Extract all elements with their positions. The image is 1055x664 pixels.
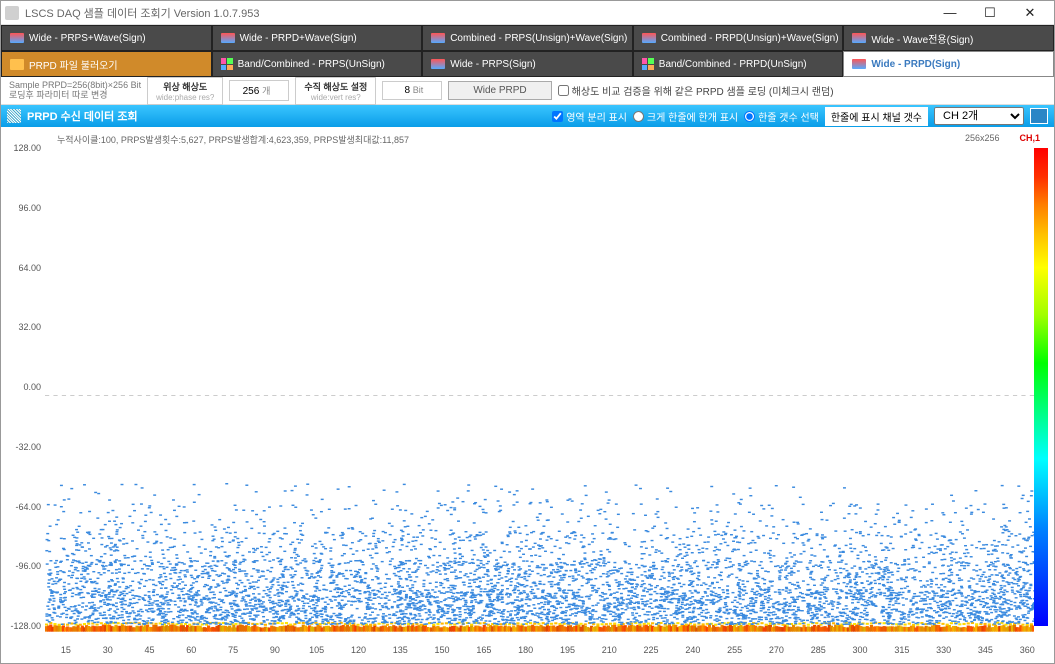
tab-label: Band/Combined - PRPS(UnSign) (238, 59, 385, 70)
tab-wide-prps-sign-[interactable]: Wide - PRPS(Sign) (422, 51, 633, 77)
x-tick: 255 (714, 645, 756, 655)
tab-combined-prps-unsign-wave-sign-[interactable]: Combined - PRPS(Unsign)+Wave(Sign) (422, 25, 633, 51)
tabs-row-1: Wide - PRPS+Wave(Sign) Wide - PRPD+Wave(S… (1, 25, 1054, 51)
x-tick: 105 (296, 645, 338, 655)
tab-prpd-[interactable]: PRPD 파일 불러오기 (1, 51, 212, 77)
chart-icon (431, 33, 445, 43)
phase-res-value[interactable]: 256 개 (229, 80, 289, 101)
chart-icon (642, 33, 656, 43)
tab-label: Wide - Wave전용(Sign) (871, 31, 973, 46)
chart-resolution: 256x256 (965, 133, 1020, 146)
sample-info: Sample PRPD=256(8bit)×256 Bit 로딩후 파라미터 따… (9, 81, 141, 101)
panel-title: PRPD 수신 데이터 조회 (27, 108, 138, 124)
tab-combined-prpd-unsign-wave-sign-[interactable]: Combined - PRPD(Unsign)+Wave(Sign) (633, 25, 844, 51)
wide-prpd-button[interactable]: Wide PRPD (448, 81, 551, 100)
tab-label: Wide - PRPD(Sign) (871, 59, 960, 70)
tab-label: Combined - PRPS(Unsign)+Wave(Sign) (450, 33, 627, 44)
channels-per-row-label: 한줄에 표시 채널 갯수 (825, 107, 928, 126)
y-axis: 128.0096.0064.0032.000.00-32.00-64.00-96… (7, 148, 45, 643)
y-tick: -32.00 (15, 442, 41, 452)
x-tick: 315 (881, 645, 923, 655)
chart-icon (852, 33, 866, 43)
tab-wide-prpd-sign-[interactable]: Wide - PRPD(Sign) (843, 51, 1054, 77)
grid-icon (221, 58, 233, 70)
y-tick: 96.00 (18, 203, 41, 213)
x-tick: 360 (1006, 645, 1048, 655)
x-tick: 225 (630, 645, 672, 655)
compare-checkbox-input[interactable] (558, 85, 569, 96)
one-per-row-radio[interactable]: 크게 한줄에 한개 표시 (633, 109, 738, 124)
y-tick: 64.00 (18, 263, 41, 273)
compare-checkbox[interactable]: 해상도 비교 검증을 위해 같은 PRPD 샘플 로딩 (미체크시 랜덤) (558, 83, 834, 98)
x-tick: 270 (756, 645, 798, 655)
x-tick: 285 (797, 645, 839, 655)
chart-icon (431, 59, 445, 69)
phase-res-label: 위상 해상도 wide:phase res? (147, 77, 223, 105)
x-tick: 210 (588, 645, 630, 655)
folder-icon (10, 59, 24, 70)
chart-meta-row: 누적사이클:100, PRPS발생횟수:5,627, PRPS발생합계:4,62… (7, 131, 1048, 148)
chart-icon (221, 33, 235, 43)
maximize-button[interactable]: ☐ (970, 2, 1010, 24)
close-button[interactable]: ✕ (1010, 2, 1050, 24)
panel-header: PRPD 수신 데이터 조회 영역 분리 표시 크게 한줄에 한개 표시 한줄 … (1, 105, 1054, 127)
tab-label: Wide - PRPS+Wave(Sign) (29, 33, 146, 44)
tab-label: Wide - PRPS(Sign) (450, 59, 536, 70)
x-axis: 1530456075901051201351501651801952102252… (7, 643, 1048, 655)
y-tick: 32.00 (18, 322, 41, 332)
panel-header-icon (7, 109, 21, 123)
panel-extra-button[interactable] (1030, 108, 1048, 124)
scatter-plot[interactable] (45, 148, 1034, 643)
x-tick: 195 (547, 645, 589, 655)
x-tick: 330 (923, 645, 965, 655)
tab-band-combined-prps-unsign-[interactable]: Band/Combined - PRPS(UnSign) (212, 51, 423, 77)
x-tick: 120 (338, 645, 380, 655)
y-tick: 128.00 (13, 143, 41, 153)
minimize-button[interactable]: — (930, 2, 970, 24)
parameter-bar: Sample PRPD=256(8bit)×256 Bit 로딩후 파라미터 따… (1, 77, 1054, 105)
colorbar (1034, 148, 1048, 626)
tab-wide-wave-sign-[interactable]: Wide - Wave전용(Sign) (843, 25, 1054, 51)
tab-wide-prpd-wave-sign-[interactable]: Wide - PRPD+Wave(Sign) (212, 25, 423, 51)
app-icon (5, 6, 19, 20)
tab-label: Band/Combined - PRPD(UnSign) (659, 59, 807, 70)
tabs-row-2: PRPD 파일 불러오기 Band/Combined - PRPS(UnSign)… (1, 51, 1054, 77)
x-tick: 345 (965, 645, 1007, 655)
y-tick: -128.00 (10, 621, 41, 631)
tab-label: Combined - PRPD(Unsign)+Wave(Sign) (661, 33, 839, 44)
tab-label: Wide - PRPD+Wave(Sign) (240, 33, 357, 44)
x-tick: 150 (421, 645, 463, 655)
x-tick: 90 (254, 645, 296, 655)
x-tick: 240 (672, 645, 714, 655)
x-tick: 300 (839, 645, 881, 655)
x-tick: 135 (379, 645, 421, 655)
grid-icon (642, 58, 654, 70)
split-view-checkbox[interactable]: 영역 분리 표시 (552, 109, 627, 124)
chart-stats-text: 누적사이클:100, PRPS발생횟수:5,627, PRPS발생합계:4,62… (57, 133, 409, 146)
window-title: LSCS DAQ 샘플 데이터 조회기 Version 1.0.7.953 (25, 5, 930, 21)
chart-panel: 누적사이클:100, PRPS발생횟수:5,627, PRPS발생합계:4,62… (1, 127, 1054, 659)
tab-band-combined-prpd-unsign-[interactable]: Band/Combined - PRPD(UnSign) (633, 51, 844, 77)
x-tick: 180 (505, 645, 547, 655)
x-tick: 45 (129, 645, 171, 655)
x-tick: 15 (45, 645, 87, 655)
x-tick: 60 (170, 645, 212, 655)
x-tick: 30 (87, 645, 129, 655)
y-tick: 0.00 (23, 382, 41, 392)
vert-res-label: 수직 해상도 설정 wide:vert res? (295, 77, 376, 105)
titlebar: LSCS DAQ 샘플 데이터 조회기 Version 1.0.7.953 — … (1, 1, 1054, 25)
tab-wide-prps-wave-sign-[interactable]: Wide - PRPS+Wave(Sign) (1, 25, 212, 51)
vert-res-value[interactable]: 8 Bit (382, 81, 442, 100)
x-tick: 165 (463, 645, 505, 655)
tab-label: PRPD 파일 불러오기 (29, 57, 118, 72)
row-count-radio[interactable]: 한줄 갯수 선택 (744, 109, 819, 124)
chart-icon (852, 59, 866, 69)
chart-channel: CH,1 (1019, 133, 1048, 146)
x-tick: 75 (212, 645, 254, 655)
y-tick: -64.00 (15, 502, 41, 512)
y-tick: -96.00 (15, 561, 41, 571)
channels-per-row-select[interactable]: CH 2개 (934, 107, 1024, 125)
chart-icon (10, 33, 24, 43)
